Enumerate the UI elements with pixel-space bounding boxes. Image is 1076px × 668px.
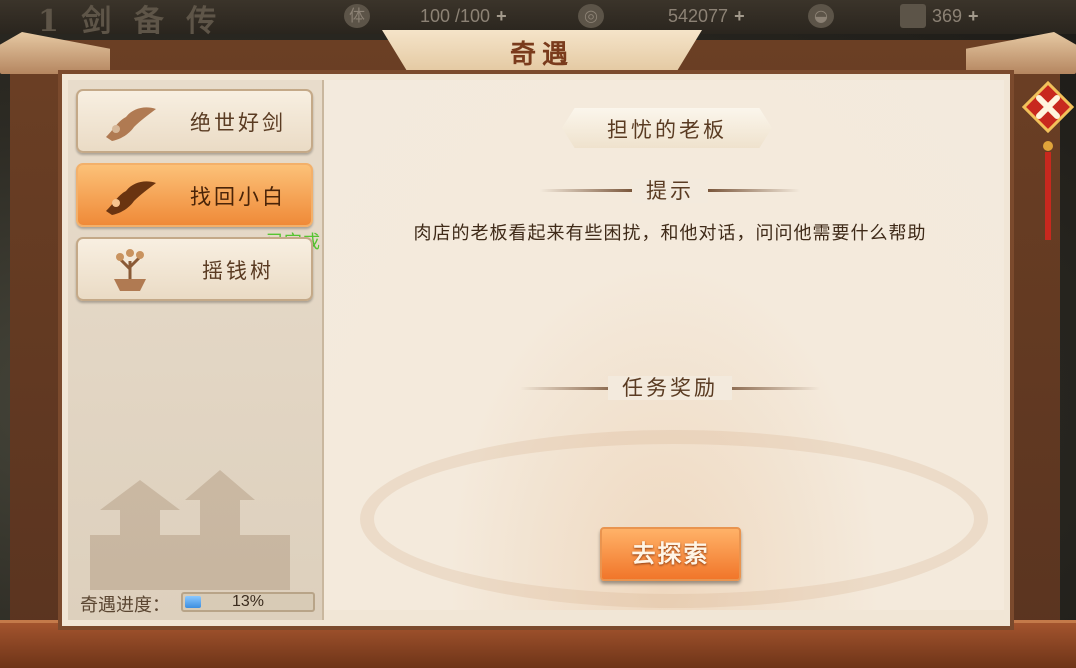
add-gems-button[interactable]: + bbox=[968, 6, 979, 26]
courtyard-decoration bbox=[360, 430, 988, 608]
close-icon[interactable] bbox=[1019, 78, 1076, 136]
resource-bar: 1 剑 备 传 体 100 /100 + ◎ 542077 + ◒ 369 + bbox=[0, 0, 1076, 39]
ingot-icon: ◒ bbox=[808, 4, 834, 28]
coin-counter: 542077 + bbox=[668, 6, 745, 26]
hand-icon bbox=[106, 107, 156, 141]
quest-title: 担忧的老板 bbox=[607, 118, 727, 142]
tassel-decoration bbox=[1043, 141, 1053, 240]
progress-value: 13% bbox=[231, 593, 265, 610]
add-coins-button[interactable]: + bbox=[734, 6, 745, 26]
quest-item-label: 摇钱树 bbox=[202, 259, 274, 283]
hand-icon bbox=[106, 181, 156, 215]
quest-description: 肉店的老板看起来有些困扰，和他对话，问问他需要什么帮助 bbox=[413, 223, 927, 244]
progress-label: 奇遇进度： bbox=[80, 595, 170, 616]
pagoda-decoration bbox=[90, 470, 290, 590]
quest-item-money-tree[interactable]: 摇钱树 bbox=[76, 237, 313, 301]
stamina-icon: 体 bbox=[344, 4, 370, 28]
quest-item-best-sword[interactable]: 绝世好剑 bbox=[76, 89, 313, 153]
quest-item-label: 绝世好剑 bbox=[190, 111, 286, 135]
add-stamina-button[interactable]: + bbox=[496, 6, 507, 26]
gem-counter: 369 + bbox=[932, 6, 979, 26]
window-title: 奇遇 bbox=[509, 40, 574, 70]
hint-header: 提示 bbox=[510, 175, 830, 205]
reward-header: 任务奖励 bbox=[510, 372, 830, 402]
quest-item-find-xiaobai[interactable]: 找回小白 bbox=[76, 163, 313, 227]
money-tree-icon bbox=[114, 249, 146, 291]
explore-button[interactable]: 去探索 bbox=[600, 527, 741, 581]
stamina-counter: 100 /100 + bbox=[420, 6, 507, 26]
game-title: 1 剑 备 传 bbox=[38, 4, 223, 39]
quest-list-panel bbox=[68, 80, 324, 620]
gem-icon bbox=[900, 4, 926, 28]
coin-icon: ◎ bbox=[578, 4, 604, 28]
quest-item-label: 找回小白 bbox=[190, 185, 286, 209]
